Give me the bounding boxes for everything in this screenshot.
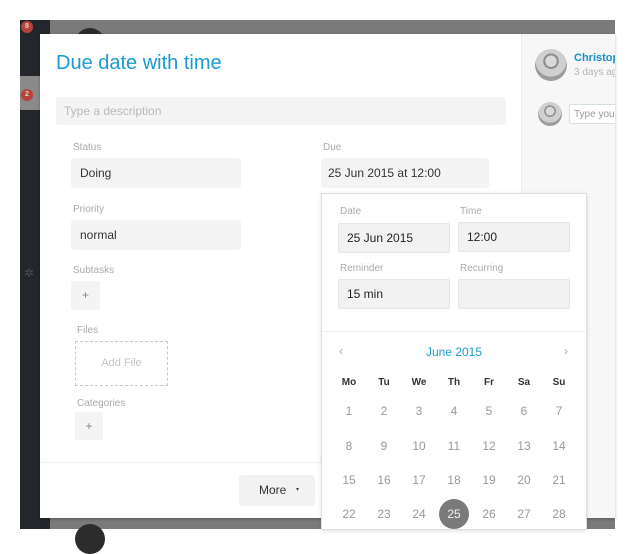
calendar-day[interactable]: 9: [369, 431, 399, 461]
time-input[interactable]: 12:00: [458, 222, 570, 252]
calendar-day[interactable]: 19: [474, 465, 504, 495]
screen: 8 2 ✲ Due date with time Status Doing Pr…: [0, 0, 636, 554]
due-label: Due: [323, 142, 342, 153]
comment-author[interactable]: Christopher: [574, 52, 615, 64]
subtasks-label: Subtasks: [73, 265, 115, 276]
calendar-day[interactable]: 18: [439, 465, 469, 495]
caret-down-icon: ▾: [296, 487, 300, 493]
calendar-day[interactable]: 15: [334, 465, 364, 495]
time-label: Time: [460, 206, 482, 217]
calendar-day[interactable]: 1: [334, 396, 364, 426]
priority-label: Priority: [73, 204, 105, 215]
calendar-day[interactable]: 21: [544, 465, 574, 495]
task-title[interactable]: Due date with time: [56, 52, 222, 75]
recurring-label: Recurring: [460, 263, 504, 274]
add-subtask-button[interactable]: +: [71, 281, 100, 310]
calendar-day[interactable]: 8: [334, 431, 364, 461]
calendar-day[interactable]: 24: [404, 499, 434, 529]
date-input[interactable]: 25 Jun 2015: [338, 223, 450, 253]
calendar-day[interactable]: 6: [509, 396, 539, 426]
chevron-left-icon[interactable]: ‹: [339, 344, 343, 358]
status-select[interactable]: Doing: [71, 158, 241, 188]
due-field[interactable]: 25 Jun 2015 at 12:00: [321, 158, 489, 188]
more-button-label: More: [259, 483, 287, 497]
status-label: Status: [73, 142, 102, 153]
calendar-day[interactable]: 27: [509, 499, 539, 529]
calendar-day[interactable]: 26: [474, 499, 504, 529]
description-input[interactable]: [56, 97, 506, 125]
weekday-header: Sa: [517, 377, 531, 388]
reminder-label: Reminder: [340, 263, 384, 274]
calendar-day[interactable]: 5: [474, 396, 504, 426]
chevron-right-icon[interactable]: ›: [564, 344, 568, 358]
weekday-header: Th: [447, 377, 461, 388]
calendar-day[interactable]: 12: [474, 431, 504, 461]
gear-icon[interactable]: ✲: [22, 266, 36, 280]
calendar-day[interactable]: 28: [544, 499, 574, 529]
add-file-dropzone[interactable]: Add File: [75, 341, 168, 386]
popup-divider: [322, 331, 586, 332]
more-button[interactable]: More ▾: [239, 475, 315, 506]
comment-time: 3 days ago: [574, 67, 615, 78]
calendar-day[interactable]: 10: [404, 431, 434, 461]
weekday-header: We: [411, 377, 427, 388]
calendar-day[interactable]: 3: [404, 396, 434, 426]
current-user-avatar: [538, 102, 562, 126]
weekday-header: Fr: [484, 377, 494, 388]
categories-label: Categories: [77, 398, 126, 409]
add-category-button[interactable]: +: [75, 412, 103, 440]
priority-select[interactable]: normal: [71, 220, 241, 250]
calendar-day[interactable]: 23: [369, 499, 399, 529]
calendar-day[interactable]: 2: [369, 396, 399, 426]
comment-author-avatar: [535, 49, 567, 81]
weekday-header: Su: [552, 377, 566, 388]
calendar-day[interactable]: 7: [544, 396, 574, 426]
date-label: Date: [340, 206, 362, 217]
recurring-select[interactable]: [458, 279, 570, 309]
weekday-header: Mo: [341, 377, 357, 388]
calendar-day[interactable]: 17: [404, 465, 434, 495]
reminder-select[interactable]: 15 min: [338, 279, 450, 309]
calendar-day[interactable]: 22: [334, 499, 364, 529]
calendar-day[interactable]: 11: [439, 431, 469, 461]
calendar-day[interactable]: 4: [439, 396, 469, 426]
calendar-day-selected[interactable]: 25: [439, 499, 469, 529]
comment-input[interactable]: [569, 104, 615, 124]
calendar-day[interactable]: 20: [509, 465, 539, 495]
notification-badge: 2: [21, 89, 33, 101]
calendar-day[interactable]: 14: [544, 431, 574, 461]
weekday-header: Tu: [378, 377, 390, 388]
due-date-popup: Date 25 Jun 2015 Time 12:00 Reminder 15 …: [321, 193, 587, 530]
notification-badge: 8: [21, 21, 33, 33]
calendar-day[interactable]: 13: [509, 431, 539, 461]
files-label: Files: [77, 325, 99, 336]
calendar-month-title: June 2015: [425, 345, 483, 359]
calendar-day[interactable]: 16: [369, 465, 399, 495]
